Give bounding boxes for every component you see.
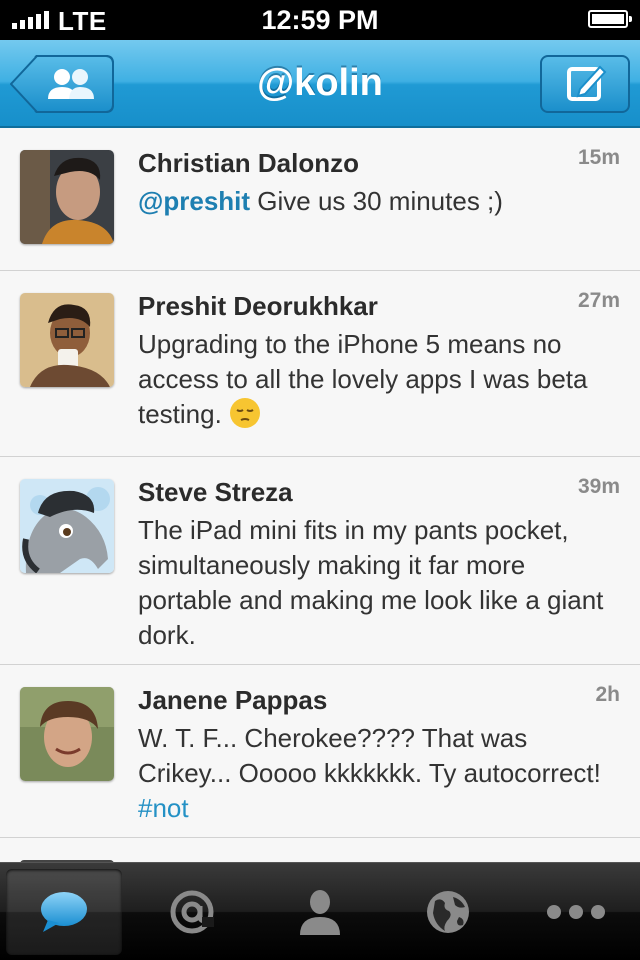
- avatar[interactable]: [20, 687, 114, 781]
- profile-icon: [300, 890, 340, 935]
- avatar[interactable]: [20, 293, 114, 387]
- author-name[interactable]: Christian Dalonzo: [138, 148, 359, 179]
- search-globe-icon: [427, 891, 469, 933]
- author-name[interactable]: Steve Streza: [138, 477, 293, 508]
- tab-bar: [0, 862, 640, 960]
- tweet-text: W. T. F... Cherokee???? That was Crikey.…: [138, 723, 601, 823]
- tweet-text: @preshit Give us 30 minutes ;): [138, 186, 503, 216]
- tweet-time: 15m: [577, 146, 620, 169]
- compose-tweet-button[interactable]: [540, 55, 630, 113]
- compose-icon: [567, 65, 607, 101]
- tweet-time: 39m: [577, 475, 620, 498]
- tweet-row[interactable]: Janene Pappas 2h W. T. F... Cherokee????…: [0, 665, 640, 838]
- tweet-row[interactable]: [0, 838, 640, 862]
- navigation-bar: @kolin: [0, 40, 640, 128]
- tab-more[interactable]: [518, 869, 634, 955]
- tab-mentions[interactable]: [134, 869, 250, 955]
- tweet-text: Upgrading to the iPhone 5 means no acces…: [138, 329, 588, 429]
- status-time: 12:59 PM: [261, 5, 379, 35]
- pensive-face-emoji: [230, 398, 261, 428]
- tweet-row[interactable]: Christian Dalonzo 15m @preshit Give us 3…: [0, 128, 640, 271]
- tab-search[interactable]: [390, 869, 506, 955]
- author-name[interactable]: Janene Pappas: [138, 685, 327, 716]
- avatar[interactable]: [20, 479, 114, 573]
- battery-icon: [588, 10, 632, 28]
- mentions-at-icon: [170, 890, 214, 934]
- hashtag-link[interactable]: #not: [138, 793, 189, 823]
- tweet-row[interactable]: Steve Streza 39m The iPad mini fits in m…: [0, 457, 640, 665]
- mention-link[interactable]: @preshit: [138, 186, 250, 216]
- avatar[interactable]: [20, 150, 114, 244]
- tweet-time: 2h: [595, 683, 620, 706]
- tweet-row[interactable]: Preshit Deorukhkar 27m Upgrading to the …: [0, 271, 640, 457]
- tab-timeline[interactable]: [6, 869, 122, 955]
- status-bar: LTE 12:59 PM: [0, 0, 640, 40]
- author-name[interactable]: Preshit Deorukhkar: [138, 291, 378, 322]
- tab-profile[interactable]: [262, 869, 378, 955]
- more-dots-icon: [547, 905, 605, 919]
- timeline-list[interactable]: Christian Dalonzo 15m @preshit Give us 3…: [0, 128, 640, 862]
- timeline-bubble-icon: [41, 892, 87, 932]
- tweet-time: 27m: [577, 289, 620, 312]
- tweet-text: The iPad mini fits in my pants pocket, s…: [138, 515, 604, 650]
